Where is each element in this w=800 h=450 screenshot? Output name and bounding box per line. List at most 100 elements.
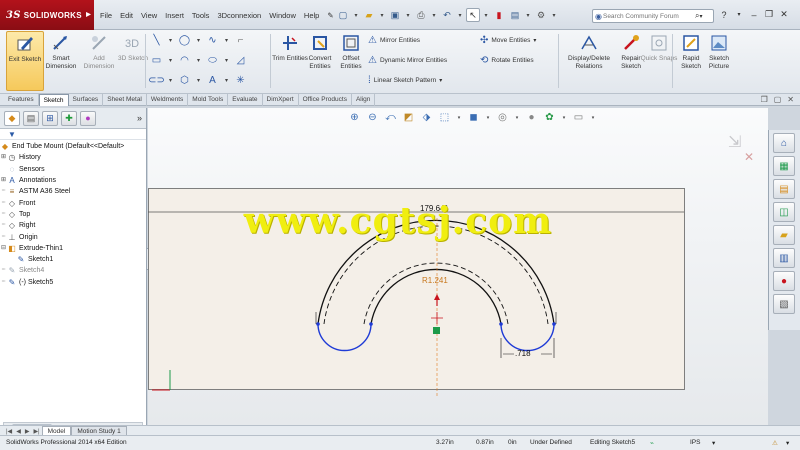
tree-item[interactable]: ⊞ ◷ History <box>0 152 146 163</box>
tree-item[interactable]: ⊟ ◧ Extrude-Thin1 <box>0 243 146 254</box>
save-icon[interactable]: ▣ <box>388 8 402 22</box>
tree-item[interactable]: ✎ Sketch1 <box>0 254 146 265</box>
3d-sketch-button[interactable]: 3D 3D Sketch <box>114 31 152 91</box>
tree-item[interactable]: ┄ ✎ Sketch4 <box>0 265 146 276</box>
edit-appearance-icon[interactable]: ● <box>525 111 538 124</box>
tree-item[interactable]: ┄ ◇ Front <box>0 197 146 208</box>
text-icon[interactable]: A <box>206 74 219 87</box>
tab-weldments[interactable]: Weldments <box>147 94 189 106</box>
chevron-down-icon[interactable]: ▾ <box>195 34 202 47</box>
file-explorer-icon[interactable]: ▤ <box>773 179 795 199</box>
menu-3dconnexion[interactable]: 3Dconnexion <box>213 10 265 22</box>
chevron-down-icon[interactable]: ▾ <box>482 8 490 22</box>
chevron-down-icon[interactable]: ▾ <box>485 111 491 124</box>
tab-mold-tools[interactable]: Mold Tools <box>188 94 229 106</box>
sketch-point[interactable] <box>316 322 320 326</box>
tree-root[interactable]: ◆ End Tube Mount (Default<<Default> <box>0 141 146 152</box>
dimxpert-manager-icon[interactable]: ✚ <box>61 110 77 126</box>
chevron-down-icon[interactable]: ▾ <box>223 34 230 47</box>
scenes-icon[interactable]: ● <box>773 271 795 291</box>
chevron-down-icon[interactable]: ▾ <box>223 74 230 87</box>
chevron-down-icon[interactable]: ▾ <box>195 74 202 87</box>
apply-scene-icon[interactable]: ✿ <box>543 111 556 124</box>
linear-pattern-button[interactable]: ⁞ Linear Sketch Pattern ▾ <box>368 75 442 86</box>
exit-sketch-button[interactable]: Exit Sketch <box>6 31 44 91</box>
menu-file[interactable]: File <box>96 10 116 22</box>
options-gear-icon[interactable]: ⚙ <box>534 8 548 22</box>
file-properties-icon[interactable]: ▤ <box>508 8 522 22</box>
menu-view[interactable]: View <box>137 10 161 22</box>
undo-icon[interactable]: ↶ <box>440 8 454 22</box>
solidworks-logo[interactable]: 3S SOLIDWORKS ▶ <box>0 0 94 30</box>
custom-properties-icon[interactable]: ▧ <box>773 294 795 314</box>
menu-tools[interactable]: Tools <box>188 10 214 22</box>
open-folder-icon[interactable]: ▰ <box>362 8 376 22</box>
chevron-down-icon[interactable]: ▾ <box>195 54 202 67</box>
menu-help[interactable]: Help <box>300 10 323 22</box>
cancel-sketch-icon[interactable]: ✕ <box>744 150 754 164</box>
design-library-icon[interactable]: ▦ <box>773 156 795 176</box>
chevron-down-icon[interactable]: ▾ <box>167 34 174 47</box>
spline-icon[interactable]: ∿ <box>206 34 219 47</box>
confirm-sketch-icon[interactable]: ⇲ <box>728 134 741 151</box>
chevron-down-icon[interactable]: ▾ <box>699 13 702 20</box>
rectangle-icon[interactable]: ▭ <box>150 54 163 67</box>
mirror-entities-button[interactable]: ⚠ Mirror Entities <box>368 35 420 46</box>
polygon-icon[interactable]: ⬡ <box>178 74 191 87</box>
new-document-icon[interactable]: ▢ <box>336 8 350 22</box>
restore-icon[interactable]: ❐ <box>761 95 768 104</box>
point-icon[interactable]: ✳ <box>234 74 247 87</box>
ellipse-icon[interactable]: ⬭ <box>206 54 219 67</box>
display-style-icon[interactable]: ◼ <box>467 111 480 124</box>
previous-view-icon[interactable]: ⤺ <box>384 111 397 124</box>
prev-tab-icon[interactable]: ◀ <box>14 428 23 435</box>
tree-item[interactable]: ⊞ A Annotations <box>0 175 146 186</box>
arc-icon[interactable]: ◠ <box>178 54 191 67</box>
chevron-down-icon[interactable]: ▾ <box>378 8 386 22</box>
minimize-icon[interactable]: – <box>748 8 760 21</box>
solidworks-resources-icon[interactable]: ⌂ <box>773 133 795 153</box>
expand-icon[interactable]: ⊞ <box>0 152 7 163</box>
dynamic-annotation-icon[interactable]: ⬗ <box>420 111 433 124</box>
chevron-down-icon[interactable]: ▾ <box>456 8 464 22</box>
display-delete-relations-button[interactable]: Display/Delete Relations <box>566 31 612 91</box>
tab-sketch[interactable]: Sketch <box>38 94 69 106</box>
expand-icon[interactable]: ⊟ <box>0 243 7 254</box>
add-dimension-button[interactable]: Add Dimension <box>80 31 118 91</box>
hide-show-items-icon[interactable]: ◎ <box>496 111 509 124</box>
origin-constraint[interactable] <box>433 327 440 334</box>
chevron-down-icon[interactable]: ▾ <box>514 111 520 124</box>
chevron-down-icon[interactable]: ▾ <box>352 8 360 22</box>
smart-dimension-button[interactable]: Smart Dimension <box>42 31 80 91</box>
restore-icon[interactable]: ❐ <box>763 8 775 21</box>
chevron-down-icon[interactable]: ▾ <box>712 439 715 447</box>
close-icon[interactable]: ✕ <box>778 8 790 21</box>
unit-system[interactable]: IPS <box>690 439 700 446</box>
appearances-icon[interactable]: ▥ <box>773 248 795 268</box>
menu-edit[interactable]: Edit <box>116 10 137 22</box>
chevron-down-icon[interactable]: ▾ <box>439 77 442 84</box>
chevron-down-icon[interactable]: ▾ <box>550 8 558 22</box>
maximize-icon[interactable]: ▢ <box>774 95 782 104</box>
center-point[interactable] <box>431 312 443 324</box>
property-manager-icon[interactable]: ▤ <box>23 110 39 126</box>
menu-window[interactable]: Window <box>265 10 300 22</box>
chevron-right-icon[interactable]: » <box>137 113 142 123</box>
sketch-fillet-icon[interactable]: ⌐ <box>234 34 247 47</box>
notification-icon[interactable]: ⚠ <box>772 439 778 447</box>
tree-item[interactable]: ┄ ✎ (-) Sketch5 <box>0 277 146 288</box>
next-tab-icon[interactable]: ▶ <box>23 428 32 435</box>
last-tab-icon[interactable]: ▶| <box>31 428 41 435</box>
chevron-down-icon[interactable]: ▾ <box>430 8 438 22</box>
confirmation-corner[interactable]: ⇲ ✕ <box>728 132 754 164</box>
tab-dimxpert[interactable]: DimXpert <box>263 94 299 106</box>
search-input[interactable] <box>602 12 695 20</box>
section-view-icon[interactable]: ◩ <box>402 111 415 124</box>
plane-icon[interactable]: ◿ <box>234 54 247 67</box>
chevron-down-icon[interactable]: ▾ <box>167 74 174 87</box>
view-orientation-icon[interactable]: ⬚ <box>438 111 451 124</box>
chevron-down-icon[interactable]: ▾ <box>456 111 462 124</box>
tab-motion-study[interactable]: Motion Study 1 <box>71 426 127 435</box>
tab-evaluate[interactable]: Evaluate <box>228 94 263 106</box>
rebuild-status-icon[interactable]: ⌁ <box>650 439 654 447</box>
